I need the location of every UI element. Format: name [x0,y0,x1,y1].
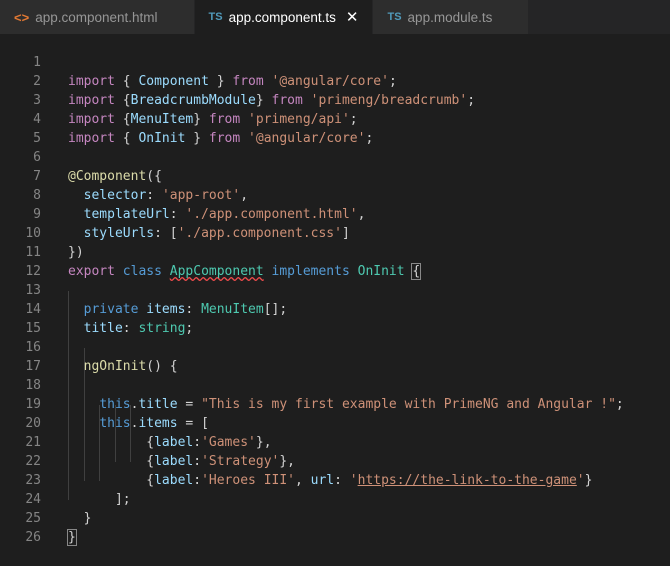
typescript-file-icon: TS [387,11,401,23]
code-line: 20 {label:'Games'}, [0,395,670,414]
code-line: 12 [0,243,670,262]
code-line: 25 } [0,490,670,509]
code-line: 8 templateUrl: './app.component.html', [0,167,670,186]
code-line: 23 ]; [0,452,670,471]
code-editor[interactable]: 1 import { Component } from '@angular/co… [0,34,670,531]
code-line: 10 }) [0,205,670,224]
typescript-file-icon: TS [209,11,223,23]
code-line: 15 [0,300,670,319]
html-file-icon: <> [14,10,29,25]
code-line: 9 styleUrls: ['./app.component.css'] [0,186,670,205]
tab-app-module-ts[interactable]: TS app.module.ts [373,0,529,34]
editor-tab-bar: <> app.component.html TS app.component.t… [0,0,670,34]
tab-label: app.component.html [35,10,157,25]
code-line: 22 {label:'Heroes III', url: 'https://th… [0,433,670,452]
code-line: 16 ngOnInit() { [0,319,670,338]
close-icon[interactable]: ✕ [346,8,359,26]
code-line: 2 import {BreadcrumbModule} from 'primen… [0,53,670,72]
tab-app-component-html[interactable]: <> app.component.html [0,0,195,34]
code-line: 24 } [0,471,670,490]
code-line: 13 private items: MenuItem[]; [0,262,670,281]
code-line: 4 import { OnInit } from '@angular/core'… [0,91,670,110]
code-line: 1 import { Component } from '@angular/co… [0,34,670,53]
code-line: 19 this.items = [ [0,376,670,395]
code-line: 14 title: string; [0,281,670,300]
code-line: 5 [0,110,670,129]
code-line: 3 import {MenuItem} from 'primeng/api'; [0,72,670,91]
code-token: } [68,530,76,545]
tab-label: app.module.ts [408,10,493,25]
code-line: 6 @Component({ [0,129,670,148]
code-line: 7 selector: 'app-root', [0,148,670,167]
code-line: 18 this.title = "This is my first exampl… [0,357,670,376]
code-line: 17 [0,338,670,357]
code-line: 11 export class AppComponent implements … [0,224,670,243]
code-line: 26 [0,509,670,528]
tab-label: app.component.ts [229,10,336,25]
tab-app-component-ts[interactable]: TS app.component.ts ✕ [195,0,374,34]
code-line: 21 {label:'Strategy'}, [0,414,670,433]
